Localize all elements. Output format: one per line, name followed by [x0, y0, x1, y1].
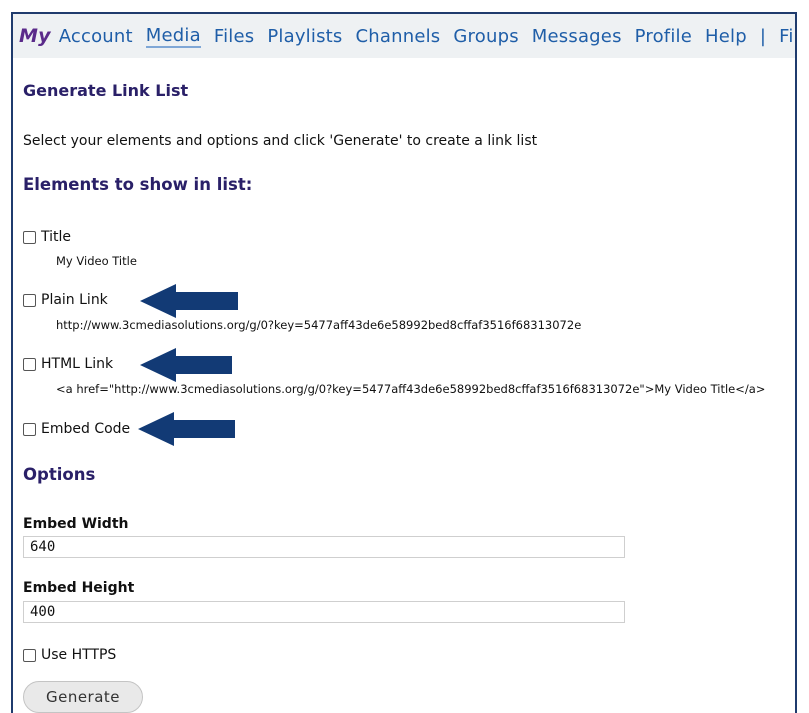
plain-link-preview: http://www.3cmediasolutions.org/g/0?key=… [56, 318, 582, 332]
nav-messages[interactable]: Messages [532, 26, 622, 47]
nav-channels[interactable]: Channels [356, 26, 441, 47]
page-frame: My Account Media Files Playlists Channel… [11, 12, 797, 713]
plain-link-checkbox[interactable] [23, 293, 36, 307]
title-option[interactable]: Title [23, 229, 71, 245]
generate-button[interactable]: Generate [23, 681, 143, 713]
arrow-left-icon [140, 348, 232, 382]
use-https-label: Use HTTPS [41, 647, 117, 663]
nav-help[interactable]: Help [705, 26, 747, 47]
html-link-option[interactable]: HTML Link [23, 356, 113, 372]
page-title: Generate Link List [23, 81, 189, 100]
title-checkbox[interactable] [23, 230, 36, 244]
top-nav: My Account Media Files Playlists Channel… [13, 14, 795, 58]
title-preview: My Video Title [56, 254, 137, 268]
embed-height-input[interactable]: 400 [23, 601, 625, 623]
embed-width-label: Embed Width [23, 516, 129, 532]
arrow-left-icon [140, 284, 238, 318]
use-https-option[interactable]: Use HTTPS [23, 647, 116, 663]
html-link-label: HTML Link [41, 356, 114, 372]
embed-code-checkbox[interactable] [23, 422, 36, 436]
plain-link-option[interactable]: Plain Link [23, 292, 108, 308]
nav-media[interactable]: Media [145, 25, 201, 48]
elements-heading: Elements to show in list: [23, 175, 253, 194]
html-link-preview: <a href="http://www.3cmediasolutions.org… [56, 382, 766, 396]
nav-separator: | [759, 25, 767, 47]
title-label: Title [41, 229, 72, 245]
nav-groups[interactable]: Groups [453, 26, 518, 47]
embed-width-input[interactable]: 640 [23, 536, 625, 558]
nav-my-logo[interactable]: My [19, 25, 51, 47]
plain-link-label: Plain Link [41, 292, 108, 308]
nav-files[interactable]: Files [214, 26, 255, 47]
nav-profile[interactable]: Profile [635, 26, 692, 47]
arrow-left-icon [138, 412, 235, 446]
nav-file[interactable]: File [779, 26, 795, 47]
intro-text: Select your elements and options and cli… [23, 133, 538, 149]
html-link-checkbox[interactable] [23, 357, 36, 371]
embed-code-label: Embed Code [41, 421, 131, 437]
nav-account[interactable]: Account [59, 26, 133, 47]
nav-playlists[interactable]: Playlists [267, 26, 342, 47]
embed-code-option[interactable]: Embed Code [23, 421, 130, 437]
options-heading: Options [23, 465, 96, 484]
use-https-checkbox[interactable] [23, 648, 36, 662]
embed-height-label: Embed Height [23, 580, 135, 596]
